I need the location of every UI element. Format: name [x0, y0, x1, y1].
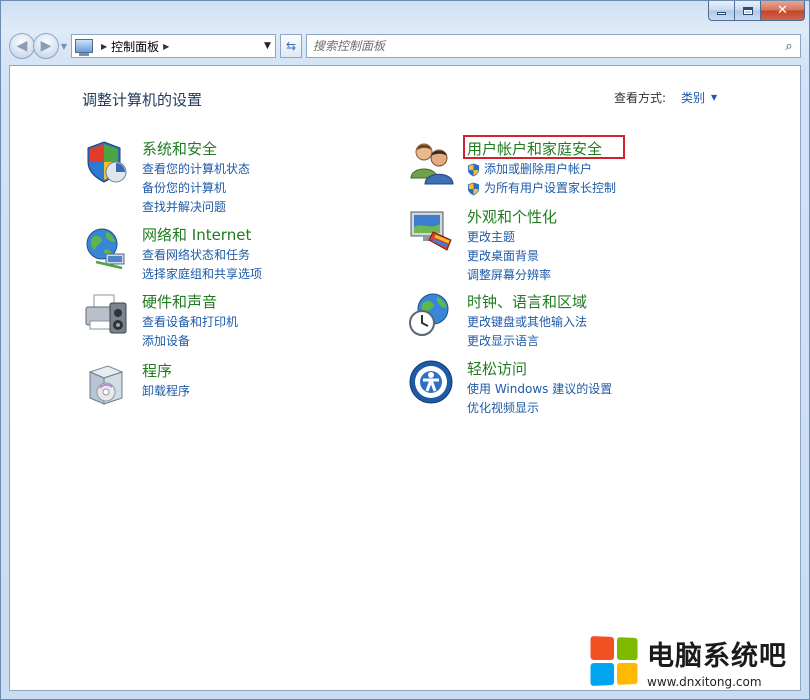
- minimize-button[interactable]: [708, 1, 735, 21]
- category-links-clock: 更改键盘或其他输入法 更改显示语言: [467, 313, 587, 351]
- back-arrow-icon: ◀: [16, 38, 28, 54]
- category-title-system[interactable]: 系统和安全: [142, 138, 217, 159]
- link-view-computer-status[interactable]: 查看您的计算机状态: [142, 160, 250, 179]
- category-title-network[interactable]: 网络和 Internet: [142, 224, 251, 245]
- search-input[interactable]: [313, 39, 778, 53]
- link-adjust-resolution[interactable]: 调整屏幕分辨率: [467, 266, 551, 285]
- link-change-desktop-background[interactable]: 更改桌面背景: [467, 247, 551, 266]
- link-change-display-language[interactable]: 更改显示语言: [467, 332, 587, 351]
- printer-icon: [85, 294, 127, 334]
- watermark-text: 电脑系统吧 www.dnxitong.com: [647, 634, 787, 689]
- view-by-dropdown[interactable]: 类别 ▼: [681, 89, 717, 106]
- breadcrumb-arrow-icon[interactable]: ▶: [163, 42, 169, 51]
- category-links-hardware: 查看设备和打印机 添加设备: [142, 313, 238, 351]
- maximize-icon: [742, 6, 753, 15]
- highlight-box: [463, 135, 625, 159]
- category-links-system: 查看您的计算机状态 备份您的计算机 查找并解决问题: [142, 160, 250, 217]
- forward-arrow-icon: ▶: [40, 38, 52, 54]
- link-homegroup-sharing[interactable]: 选择家庭组和共享选项: [142, 265, 262, 284]
- search-box[interactable]: ⌕: [306, 34, 801, 58]
- page-title: 调整计算机的设置: [82, 91, 203, 109]
- network-globe-icon: [86, 228, 125, 270]
- minimize-icon: [717, 12, 726, 15]
- view-by-value[interactable]: 类别: [681, 89, 705, 106]
- chevron-down-icon[interactable]: ▼: [711, 93, 717, 102]
- link-devices-printers[interactable]: 查看设备和打印机: [142, 313, 238, 332]
- search-icon[interactable]: ⌕: [778, 39, 800, 54]
- maximize-button[interactable]: [735, 1, 761, 21]
- category-links-users: 添加或删除用户帐户 为所有用户设置家长控制: [467, 160, 616, 198]
- logo-tile-blue: [590, 662, 614, 687]
- close-icon: ✕: [777, 3, 788, 18]
- link-recommended-settings[interactable]: 使用 Windows 建议的设置: [467, 380, 612, 399]
- watermark-url: www.dnxitong.com: [647, 674, 762, 689]
- close-button[interactable]: ✕: [761, 1, 805, 21]
- link-add-device[interactable]: 添加设备: [142, 332, 238, 351]
- watermark: 电脑系统吧 www.dnxitong.com: [590, 621, 810, 700]
- refresh-icon: ⇆: [285, 39, 297, 53]
- appearance-monitor-icon: [410, 211, 452, 251]
- link-add-remove-accounts[interactable]: 添加或删除用户帐户: [467, 160, 616, 179]
- category-title-clock[interactable]: 时钟、语言和区域: [467, 291, 587, 312]
- category-links-programs: 卸载程序: [142, 382, 190, 401]
- uac-shield-icon: [467, 163, 480, 176]
- recent-pages-dropdown[interactable]: ▼: [59, 42, 69, 51]
- users-icon: [410, 143, 454, 185]
- security-shield-icon: [87, 141, 127, 183]
- navigation-bar: ◀ ▶ ▼ ▶ 控制面板 ▶ ▼ ⇆ ⌕: [9, 33, 801, 59]
- forward-button[interactable]: ▶: [33, 33, 59, 59]
- link-troubleshoot[interactable]: 查找并解决问题: [142, 198, 250, 217]
- link-optimize-visual-display[interactable]: 优化视频显示: [467, 399, 612, 418]
- category-title-programs[interactable]: 程序: [142, 360, 172, 381]
- refresh-button[interactable]: ⇆: [280, 34, 302, 58]
- logo-tile-green: [616, 637, 638, 660]
- address-dropdown-icon[interactable]: ▼: [259, 41, 275, 51]
- category-title-ease[interactable]: 轻松访问: [467, 358, 527, 379]
- link-uninstall-program[interactable]: 卸载程序: [142, 382, 190, 401]
- back-button[interactable]: ◀: [9, 33, 35, 59]
- category-links-ease: 使用 Windows 建议的设置 优化视频显示: [467, 380, 612, 418]
- logo-tile-yellow: [616, 662, 638, 685]
- ease-of-access-icon: [409, 360, 453, 404]
- content-area: 调整计算机的设置 查看方式: 类别 ▼ 系统和安全 查看您的计算机状态 备份您的…: [9, 65, 801, 691]
- link-backup-computer[interactable]: 备份您的计算机: [142, 179, 250, 198]
- category-links-network: 查看网络状态和任务 选择家庭组和共享选项: [142, 246, 262, 284]
- link-change-keyboard-input[interactable]: 更改键盘或其他输入法: [467, 313, 587, 332]
- windows-logo-icon: [590, 635, 638, 687]
- category-title-hardware[interactable]: 硬件和声音: [142, 291, 217, 312]
- link-change-theme[interactable]: 更改主题: [467, 228, 551, 247]
- address-bar[interactable]: ▶ 控制面板 ▶ ▼: [71, 34, 276, 58]
- view-by-label: 查看方式:: [614, 91, 667, 105]
- breadcrumb-control-panel[interactable]: 控制面板: [111, 38, 159, 55]
- clock-globe-icon: [409, 293, 449, 336]
- link-add-remove-accounts-label[interactable]: 添加或删除用户帐户: [484, 160, 592, 179]
- link-parental-controls[interactable]: 为所有用户设置家长控制: [467, 179, 616, 198]
- logo-tile-red: [590, 635, 614, 660]
- category-title-appearance[interactable]: 外观和个性化: [467, 206, 557, 227]
- link-network-status[interactable]: 查看网络状态和任务: [142, 246, 262, 265]
- control-panel-icon: [75, 39, 93, 56]
- watermark-title: 电脑系统吧: [647, 640, 787, 672]
- programs-box-icon: [88, 365, 124, 405]
- link-parental-controls-label[interactable]: 为所有用户设置家长控制: [484, 179, 616, 198]
- caption-buttons: ✕: [708, 1, 805, 21]
- category-links-appearance: 更改主题 更改桌面背景 调整屏幕分辨率: [467, 228, 551, 285]
- uac-shield-icon: [467, 182, 480, 195]
- breadcrumb-arrow-icon[interactable]: ▶: [101, 42, 107, 51]
- control-panel-window: ✕ ◀ ▶ ▼ ▶ 控制面板 ▶ ▼ ⇆ ⌕ 调整计算机的设置 查看方式: 类别…: [0, 0, 810, 700]
